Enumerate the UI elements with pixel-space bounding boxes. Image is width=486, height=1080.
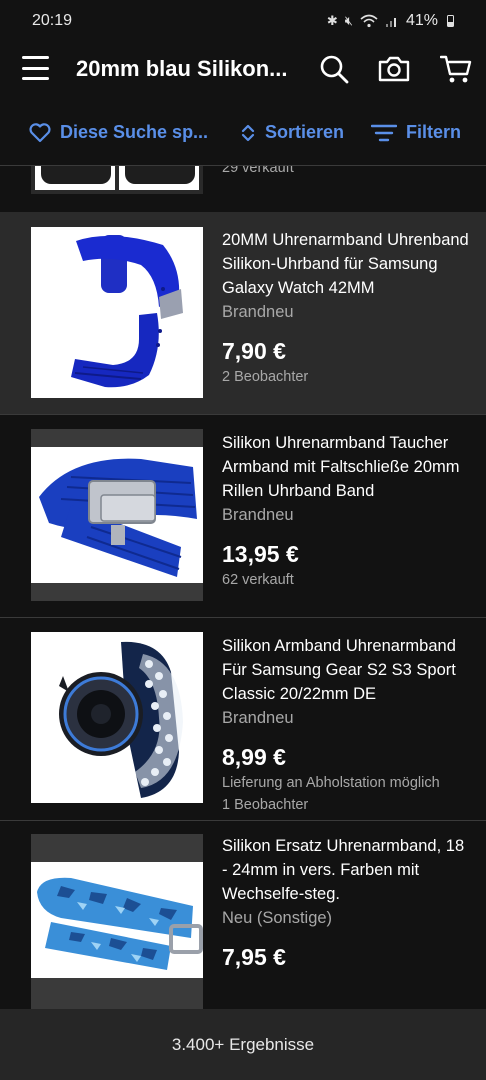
item-price: 13,95 € [222, 541, 299, 567]
list-item[interactable]: 29 verkauft [0, 166, 486, 212]
search-toolbar: Diese Suche sp... Sortieren Filtern [0, 110, 486, 160]
signal-icon [385, 18, 396, 27]
filter-button[interactable]: Filtern [371, 122, 461, 143]
status-bar: 20:19 ✱ 🔇︎ 41% [0, 0, 486, 42]
search-icon[interactable] [317, 52, 351, 86]
item-condition: Brandneu [222, 709, 294, 727]
save-search-button[interactable]: Diese Suche sp... [29, 122, 208, 143]
item-condition: Neu (Sonstige) [222, 909, 333, 927]
search-title[interactable]: 20mm blau Silikon... [76, 56, 296, 82]
status-time: 20:19 [32, 12, 73, 29]
cart-icon[interactable] [439, 52, 473, 86]
item-title[interactable]: 20MM Uhrenarmband Uhrenband Silikon-Uhrb… [222, 228, 474, 300]
sort-button[interactable]: Sortieren [240, 122, 344, 143]
filter-icon [371, 124, 397, 141]
save-search-label: Diese Suche sp... [60, 122, 209, 142]
product-thumbnail [31, 429, 203, 601]
item-watchers: 1 Beobachter [222, 797, 309, 813]
sold-count: 29 verkauft [222, 166, 294, 176]
bluetooth-icon: ✱ [326, 13, 338, 28]
item-price: 7,90 € [222, 338, 286, 364]
heart-icon [29, 122, 51, 142]
camera-icon[interactable] [377, 52, 411, 86]
list-item[interactable]: Silikon Ersatz Uhrenarmband, 18 - 24mm i… [0, 821, 486, 1009]
battery-icon [447, 15, 454, 27]
mute-icon: 🔇︎ [344, 13, 353, 28]
wifi-icon [360, 14, 378, 28]
app-bar: 20mm blau Silikon... [0, 42, 486, 96]
list-item[interactable]: Silikon Armband Uhrenarmband Für Samsung… [0, 618, 486, 820]
list-item[interactable]: 20MM Uhrenarmband Uhrenband Silikon-Uhrb… [0, 212, 486, 414]
sort-label: Sortieren [265, 122, 345, 142]
item-price: 8,99 € [222, 744, 286, 770]
item-title[interactable]: Silikon Ersatz Uhrenarmband, 18 - 24mm i… [222, 834, 474, 906]
item-watchers: 2 Beobachter [222, 369, 309, 385]
sort-icon [241, 124, 255, 141]
product-thumbnail [31, 227, 203, 398]
status-icons: ✱ 🔇︎ 41% [327, 12, 454, 30]
product-thumbnail [31, 166, 203, 194]
results-count-bar: 3.400+ Ergebnisse [0, 1009, 486, 1080]
battery-percent: 41% [405, 12, 438, 29]
item-condition: Brandneu [222, 303, 294, 321]
item-title[interactable]: Silikon Armband Uhrenarmband Für Samsung… [222, 634, 474, 706]
list-item[interactable]: Silikon Uhrenarmband Taucher Armband mit… [0, 415, 486, 617]
item-delivery-note: Lieferung an Abholstation möglich [222, 775, 440, 791]
filter-label: Filtern [406, 122, 462, 142]
item-sold-count: 62 verkauft [222, 572, 294, 588]
product-thumbnail [31, 632, 203, 803]
item-price: 7,95 € [222, 944, 286, 970]
menu-icon[interactable] [22, 56, 49, 80]
product-thumbnail [31, 834, 203, 1009]
item-title[interactable]: Silikon Uhrenarmband Taucher Armband mit… [222, 431, 474, 503]
item-condition: Brandneu [222, 506, 294, 524]
results-count: 3.400+ Ergebnisse [171, 1034, 315, 1054]
